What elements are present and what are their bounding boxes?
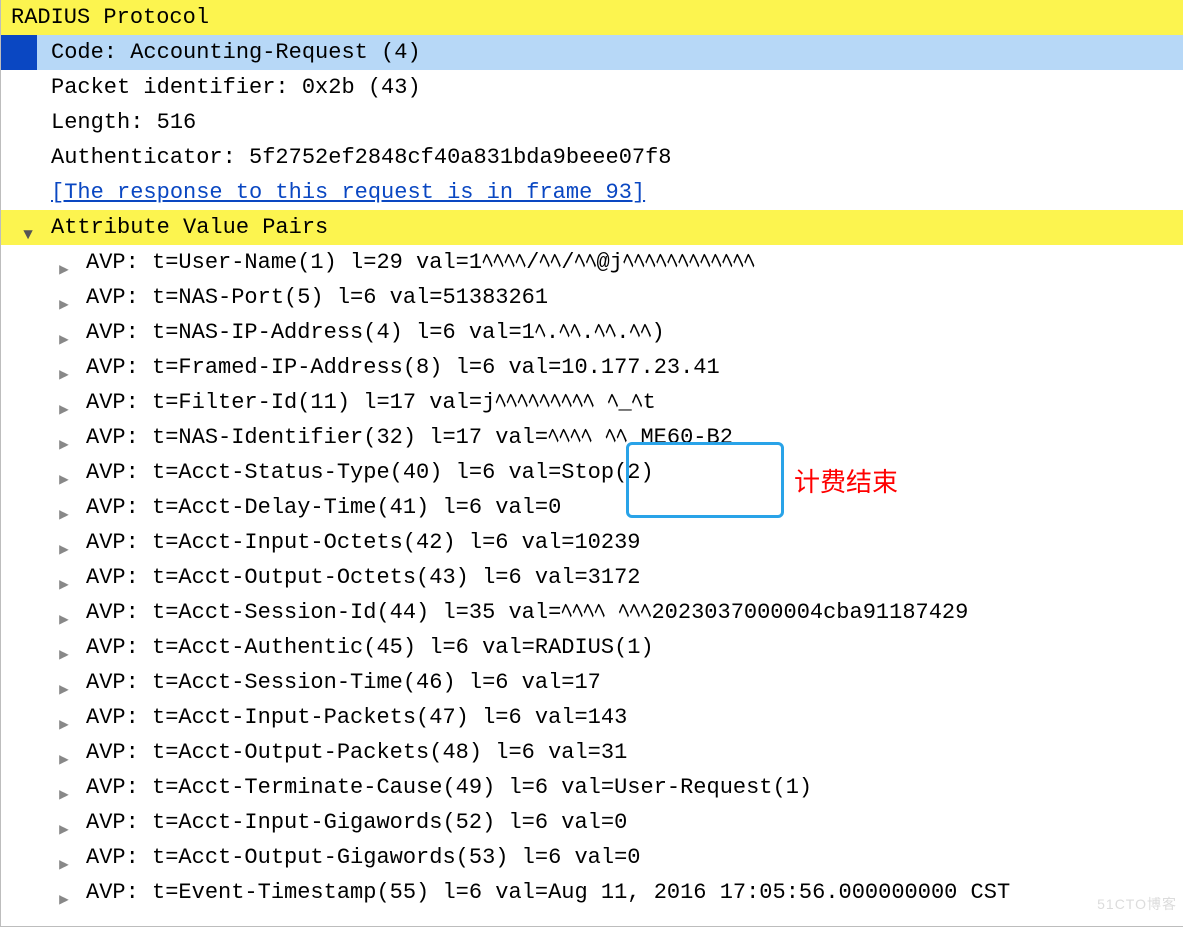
protocol-header-row[interactable]: RADIUS Protocol (1, 0, 1183, 35)
field-length-text: Length: 516 (51, 105, 196, 140)
avp-text: AVP: t=Acct-Status-Type(40) l=6 val=Stop… (86, 455, 654, 490)
avp-text: AVP: t=Acct-Delay-Time(41) l=6 val=0 (86, 490, 561, 525)
avp-row[interactable]: AVP: t=Acct-Input-Packets(47) l=6 val=14… (1, 700, 1183, 735)
avp-text: AVP: t=Acct-Terminate-Cause(49) l=6 val=… (86, 770, 812, 805)
avp-section-label: Attribute Value Pairs (51, 210, 328, 245)
avp-text: AVP: t=Acct-Input-Octets(42) l=6 val=102… (86, 525, 641, 560)
avp-row[interactable]: AVP: t=Filter-Id(11) l=17 val=jﾍﾍﾍﾍﾍﾍﾍﾍﾍ… (1, 385, 1183, 420)
field-packet-id-row[interactable]: Packet identifier: 0x2b (43) (1, 70, 1183, 105)
avp-section-row[interactable]: Attribute Value Pairs (1, 210, 1183, 245)
field-code-row[interactable]: Code: Accounting-Request (4) (1, 35, 1183, 70)
avp-row[interactable]: AVP: t=Acct-Authentic(45) l=6 val=RADIUS… (1, 630, 1183, 665)
avp-row[interactable]: AVP: t=Event-Timestamp(55) l=6 val=Aug 1… (1, 875, 1183, 910)
avp-text: AVP: t=Acct-Input-Gigawords(52) l=6 val=… (86, 805, 627, 840)
avp-text: AVP: t=Acct-Session-Time(46) l=6 val=17 (86, 665, 601, 700)
field-authenticator-text: Authenticator: 5f2752ef2848cf40a831bda9b… (51, 140, 672, 175)
avp-row[interactable]: AVP: t=Acct-Delay-Time(41) l=6 val=0 (1, 490, 1183, 525)
expand-icon[interactable] (53, 883, 75, 918)
avp-text: AVP: t=Framed-IP-Address(8) l=6 val=10.1… (86, 350, 720, 385)
avp-text: AVP: t=Acct-Output-Packets(48) l=6 val=3… (86, 735, 627, 770)
field-length-row[interactable]: Length: 516 (1, 105, 1183, 140)
avp-row[interactable]: AVP: t=Acct-Output-Packets(48) l=6 val=3… (1, 735, 1183, 770)
avp-text: AVP: t=Acct-Authentic(45) l=6 val=RADIUS… (86, 630, 654, 665)
avp-row[interactable]: AVP: t=Acct-Session-Id(44) l=35 val=ﾍﾍﾍﾍ… (1, 595, 1183, 630)
avp-text: AVP: t=Event-Timestamp(55) l=6 val=Aug 1… (86, 875, 1010, 910)
avp-row[interactable]: AVP: t=Acct-Output-Gigawords(53) l=6 val… (1, 840, 1183, 875)
avp-text: AVP: t=Acct-Output-Gigawords(53) l=6 val… (86, 840, 641, 875)
avp-text: AVP: t=User-Name(1) l=29 val=1ﾍﾍﾍﾍ/ﾍﾍ/ﾍﾍ… (86, 245, 755, 280)
avp-row[interactable]: AVP: t=Acct-Session-Time(46) l=6 val=17 (1, 665, 1183, 700)
field-packet-id-text: Packet identifier: 0x2b (43) (51, 70, 421, 105)
field-code-text: Code: Accounting-Request (4) (51, 35, 421, 70)
avp-row[interactable]: AVP: t=Framed-IP-Address(8) l=6 val=10.1… (1, 350, 1183, 385)
avp-row[interactable]: AVP: t=NAS-Identifier(32) l=17 val=ﾍﾍﾍﾍ … (1, 420, 1183, 455)
avp-row[interactable]: AVP: t=Acct-Input-Octets(42) l=6 val=102… (1, 525, 1183, 560)
avp-text: AVP: t=Acct-Input-Packets(47) l=6 val=14… (86, 700, 627, 735)
avp-row[interactable]: AVP: t=NAS-Port(5) l=6 val=51383261 (1, 280, 1183, 315)
field-response-link-row[interactable]: [The response to this request is in fram… (1, 175, 1183, 210)
response-link[interactable]: [The response to this request is in fram… (51, 175, 645, 210)
avp-text: AVP: t=Acct-Session-Id(44) l=35 val=ﾍﾍﾍﾍ… (86, 595, 968, 630)
avp-row[interactable]: AVP: t=Acct-Terminate-Cause(49) l=6 val=… (1, 770, 1183, 805)
avp-row[interactable]: AVP: t=Acct-Input-Gigawords(52) l=6 val=… (1, 805, 1183, 840)
avp-text: AVP: t=NAS-IP-Address(4) l=6 val=1ﾍ.ﾍﾍ.ﾍ… (86, 315, 665, 350)
packet-details-pane: RADIUS Protocol Code: Accounting-Request… (0, 0, 1183, 927)
avp-text: AVP: t=NAS-Identifier(32) l=17 val=ﾍﾍﾍﾍ … (86, 420, 733, 455)
avp-text: AVP: t=NAS-Port(5) l=6 val=51383261 (86, 280, 548, 315)
avp-row[interactable]: AVP: t=Acct-Output-Octets(43) l=6 val=31… (1, 560, 1183, 595)
protocol-header-text: RADIUS Protocol (11, 0, 209, 35)
selection-marker (1, 35, 37, 70)
avp-text: AVP: t=Acct-Output-Octets(43) l=6 val=31… (86, 560, 641, 595)
avp-text: AVP: t=Filter-Id(11) l=17 val=jﾍﾍﾍﾍﾍﾍﾍﾍﾍ… (86, 385, 656, 420)
field-authenticator-row[interactable]: Authenticator: 5f2752ef2848cf40a831bda9b… (1, 140, 1183, 175)
avp-row[interactable]: AVP: t=NAS-IP-Address(4) l=6 val=1ﾍ.ﾍﾍ.ﾍ… (1, 315, 1183, 350)
avp-row[interactable]: AVP: t=User-Name(1) l=29 val=1ﾍﾍﾍﾍ/ﾍﾍ/ﾍﾍ… (1, 245, 1183, 280)
avp-row-acct-status[interactable]: AVP: t=Acct-Status-Type(40) l=6 val=Stop… (1, 455, 1183, 490)
